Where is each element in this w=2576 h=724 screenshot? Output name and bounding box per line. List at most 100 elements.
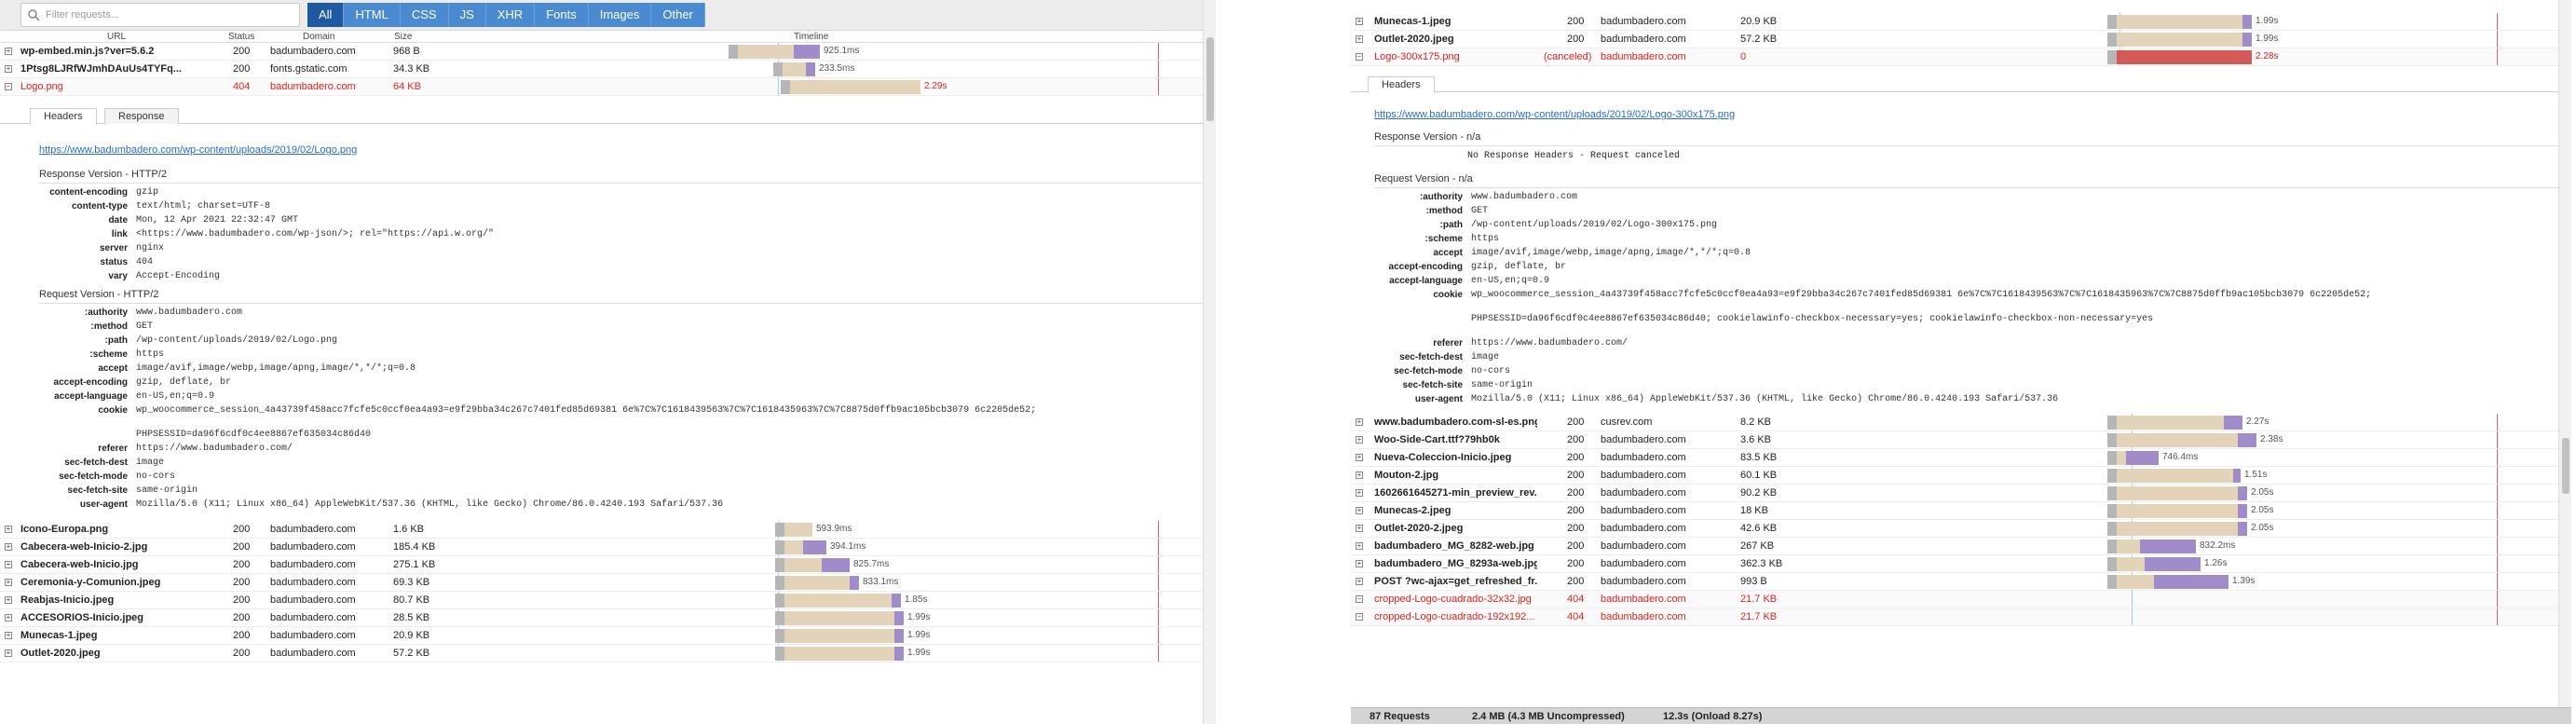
request-row[interactable]: + Mouton-2.jpg 200 badumbadero.com 60.1 KB 1.… bbox=[1351, 467, 2571, 485]
request-row[interactable]: + Outlet-2020.jpeg 200 badumbadero.com 57.2 … bbox=[0, 645, 1216, 663]
expand-icon[interactable]: + bbox=[5, 561, 12, 568]
request-row[interactable]: +1Ptsg8LJRfWJmhDAuUs4TYFq... 200 fonts.gst… bbox=[0, 61, 1216, 78]
header-value: PHPSESSID=da96f6cdf0c4ee8867ef635034c86d… bbox=[136, 430, 372, 440]
request-row[interactable]: + Reabjas-Inicio.jpeg 200 badumbadero.com 80… bbox=[0, 592, 1216, 609]
header-name: sec-fetch-dest bbox=[1399, 352, 1463, 362]
tab-xhr[interactable]: XHR bbox=[485, 3, 536, 27]
expand-icon[interactable]: + bbox=[5, 579, 12, 586]
expand-icon[interactable]: + bbox=[1356, 578, 1363, 585]
expand-icon[interactable]: + bbox=[5, 614, 12, 622]
tab-other[interactable]: Other bbox=[651, 3, 705, 27]
expand-icon[interactable]: + bbox=[1356, 18, 1363, 25]
header-row: user-agent Mozilla/5.0 (X11; Linux x86_64… bbox=[39, 498, 1216, 512]
request-row[interactable]: − cropped-Logo-cuadrado-32x32.jpg 404 badum… bbox=[1351, 591, 2571, 608]
request-row[interactable]: + badumbadero_MG_8282-web.jpg 200 badumbade… bbox=[1351, 538, 2571, 555]
request-row[interactable]: + badumbadero_MG_8293a-web.jpg 200 badumbad… bbox=[1351, 555, 2571, 573]
request-url: Munecas-2.jpeg bbox=[1374, 505, 1452, 516]
request-row[interactable]: + Outlet-2020-2.jpeg 200 badumbadero.com 42.… bbox=[1351, 520, 2571, 538]
request-url-link[interactable]: https://www.badumbadero.com/wp-content/u… bbox=[39, 144, 357, 156]
scrollbar-thumb[interactable] bbox=[1206, 37, 1214, 121]
request-row[interactable]: + ACCESORIOS-Inicio.jpeg 200 badumbadero.co… bbox=[0, 609, 1216, 627]
request-status: 404 bbox=[1567, 594, 1585, 605]
request-row[interactable]: + Munecas-1.jpeg 200 badumbadero.com 20.9 KB… bbox=[0, 627, 1216, 645]
expand-icon[interactable]: + bbox=[5, 596, 12, 604]
request-row[interactable]: + Woo-Side-Cart.ttf?79hb0k 200 badumbadero.… bbox=[1351, 431, 2571, 449]
col-domain[interactable]: Domain bbox=[303, 32, 334, 42]
expand-icon[interactable]: + bbox=[1356, 507, 1363, 514]
tab-headers[interactable]: Headers bbox=[30, 108, 97, 125]
filter-box[interactable] bbox=[20, 3, 300, 27]
expand-icon[interactable]: + bbox=[1356, 418, 1363, 426]
col-url[interactable]: URL bbox=[107, 32, 126, 42]
tab-images[interactable]: Images bbox=[588, 3, 652, 27]
request-status: 200 bbox=[1567, 470, 1585, 481]
request-row[interactable]: + Outlet-2020.jpeg 200 badumbadero.com 57.2 … bbox=[1351, 31, 2571, 48]
tab-headers[interactable]: Headers bbox=[1368, 76, 1435, 93]
request-row[interactable]: + Cabecera-web-Inicio-2.jpg 200 badumbadero… bbox=[0, 539, 1216, 556]
collapse-icon[interactable]: − bbox=[1356, 53, 1363, 61]
request-row[interactable]: + Ceremonia-y-Comunion.jpeg 200 badumbadero… bbox=[0, 574, 1216, 592]
tab-fonts[interactable]: Fonts bbox=[535, 3, 589, 27]
header-name: content-encoding bbox=[49, 187, 128, 198]
vertical-scrollbar[interactable] bbox=[2558, 0, 2571, 707]
expand-icon[interactable]: + bbox=[1356, 542, 1363, 550]
tab-response[interactable]: Response bbox=[104, 108, 179, 124]
expand-icon[interactable]: + bbox=[5, 649, 12, 657]
header-value: image/avif,image/webp,image/apng,image/*… bbox=[1471, 248, 1751, 258]
tab-html[interactable]: HTML bbox=[344, 3, 401, 27]
expand-icon[interactable]: + bbox=[1356, 525, 1363, 532]
expand-icon[interactable]: + bbox=[5, 632, 12, 639]
response-version-title: Response Version - HTTP/2 bbox=[39, 169, 167, 180]
expand-icon[interactable]: + bbox=[1356, 489, 1363, 497]
collapse-icon[interactable]: − bbox=[5, 83, 12, 90]
request-row[interactable]: − cropped-Logo-cuadrado-192x192... 404 badu… bbox=[1351, 608, 2571, 626]
expand-icon[interactable]: + bbox=[1356, 35, 1363, 43]
request-row[interactable]: + Munecas-2.jpeg 200 badumbadero.com 18 KB 2.… bbox=[1351, 502, 2571, 520]
bar-blocked bbox=[775, 523, 784, 537]
expand-icon[interactable]: + bbox=[1356, 560, 1363, 567]
scrollbar-thumb[interactable] bbox=[2562, 438, 2569, 494]
filter-input[interactable] bbox=[46, 7, 288, 22]
request-size: 42.6 KB bbox=[1740, 523, 1778, 534]
expand-icon[interactable]: + bbox=[5, 526, 12, 533]
request-status: 200 bbox=[233, 559, 251, 570]
expand-icon[interactable]: + bbox=[1356, 471, 1363, 479]
request-row[interactable]: − Logo.png 404 badumbadero.com 64 KB 2.29s bbox=[0, 78, 1216, 96]
header-value: gzip, deflate, br bbox=[1471, 262, 1567, 272]
request-row[interactable]: + Nueva-Coleccion-Inicio.jpeg 200 badumbade… bbox=[1351, 449, 2571, 467]
expand-icon[interactable]: + bbox=[1356, 454, 1363, 461]
col-status[interactable]: Status bbox=[228, 32, 254, 42]
expand-icon[interactable]: + bbox=[5, 48, 12, 55]
request-size: 21.7 KB bbox=[1740, 594, 1778, 605]
header-row: server nginx bbox=[39, 241, 1216, 255]
request-row[interactable]: + www.badumbadero.com-sl-es.png 200 cusrev.… bbox=[1351, 414, 2571, 431]
tab-all[interactable]: All bbox=[307, 3, 345, 27]
tab-css[interactable]: CSS bbox=[400, 3, 449, 27]
expand-icon[interactable]: + bbox=[1356, 436, 1363, 444]
request-row[interactable]: + Icono-Europa.png 200 badumbadero.com 1.6 K… bbox=[0, 521, 1216, 539]
header-name: :path bbox=[104, 335, 128, 346]
collapse-icon[interactable]: − bbox=[1356, 595, 1363, 603]
header-name: vary bbox=[108, 271, 128, 281]
col-timeline[interactable]: Timeline bbox=[794, 32, 828, 42]
request-row[interactable]: + Munecas-1.jpeg 200 badumbadero.com 20.9 KB… bbox=[1351, 13, 2571, 31]
vertical-scrollbar[interactable] bbox=[1203, 0, 1216, 724]
request-list-top: + wp-embed.min.js?ver=5.6.2 200 badumbadero… bbox=[0, 43, 1216, 96]
header-row: :authority www.badumbadero.com bbox=[39, 306, 1216, 320]
request-row[interactable]: + Cabecera-web-Inicio.jpg 200 badumbadero.c… bbox=[0, 556, 1216, 574]
expand-icon[interactable]: + bbox=[5, 65, 12, 73]
collapse-icon[interactable]: − bbox=[1356, 613, 1363, 621]
request-version-title: Request Version - n/a bbox=[1374, 173, 1473, 184]
request-row[interactable]: + wp-embed.min.js?ver=5.6.2 200 badumbadero… bbox=[0, 43, 1216, 61]
expand-icon[interactable]: + bbox=[5, 543, 12, 551]
request-row[interactable]: − Logo-300x175.png (canceled) badumbadero.c… bbox=[1351, 48, 2571, 66]
timeline-marker bbox=[1158, 645, 1159, 662]
header-row: status 404 bbox=[39, 255, 1216, 269]
request-row[interactable]: +1602661645271-min_preview_rev... 200 badu… bbox=[1351, 485, 2571, 502]
timeline-marker bbox=[1158, 61, 1159, 77]
tab-js[interactable]: JS bbox=[448, 3, 486, 27]
request-row[interactable]: + POST ?wc-ajax=get_refreshed_fr... 200 bad… bbox=[1351, 573, 2571, 591]
col-size[interactable]: Size bbox=[394, 32, 412, 42]
timeline-marker bbox=[2497, 13, 2498, 30]
request-url-link[interactable]: https://www.badumbadero.com/wp-content/u… bbox=[1374, 109, 1735, 120]
